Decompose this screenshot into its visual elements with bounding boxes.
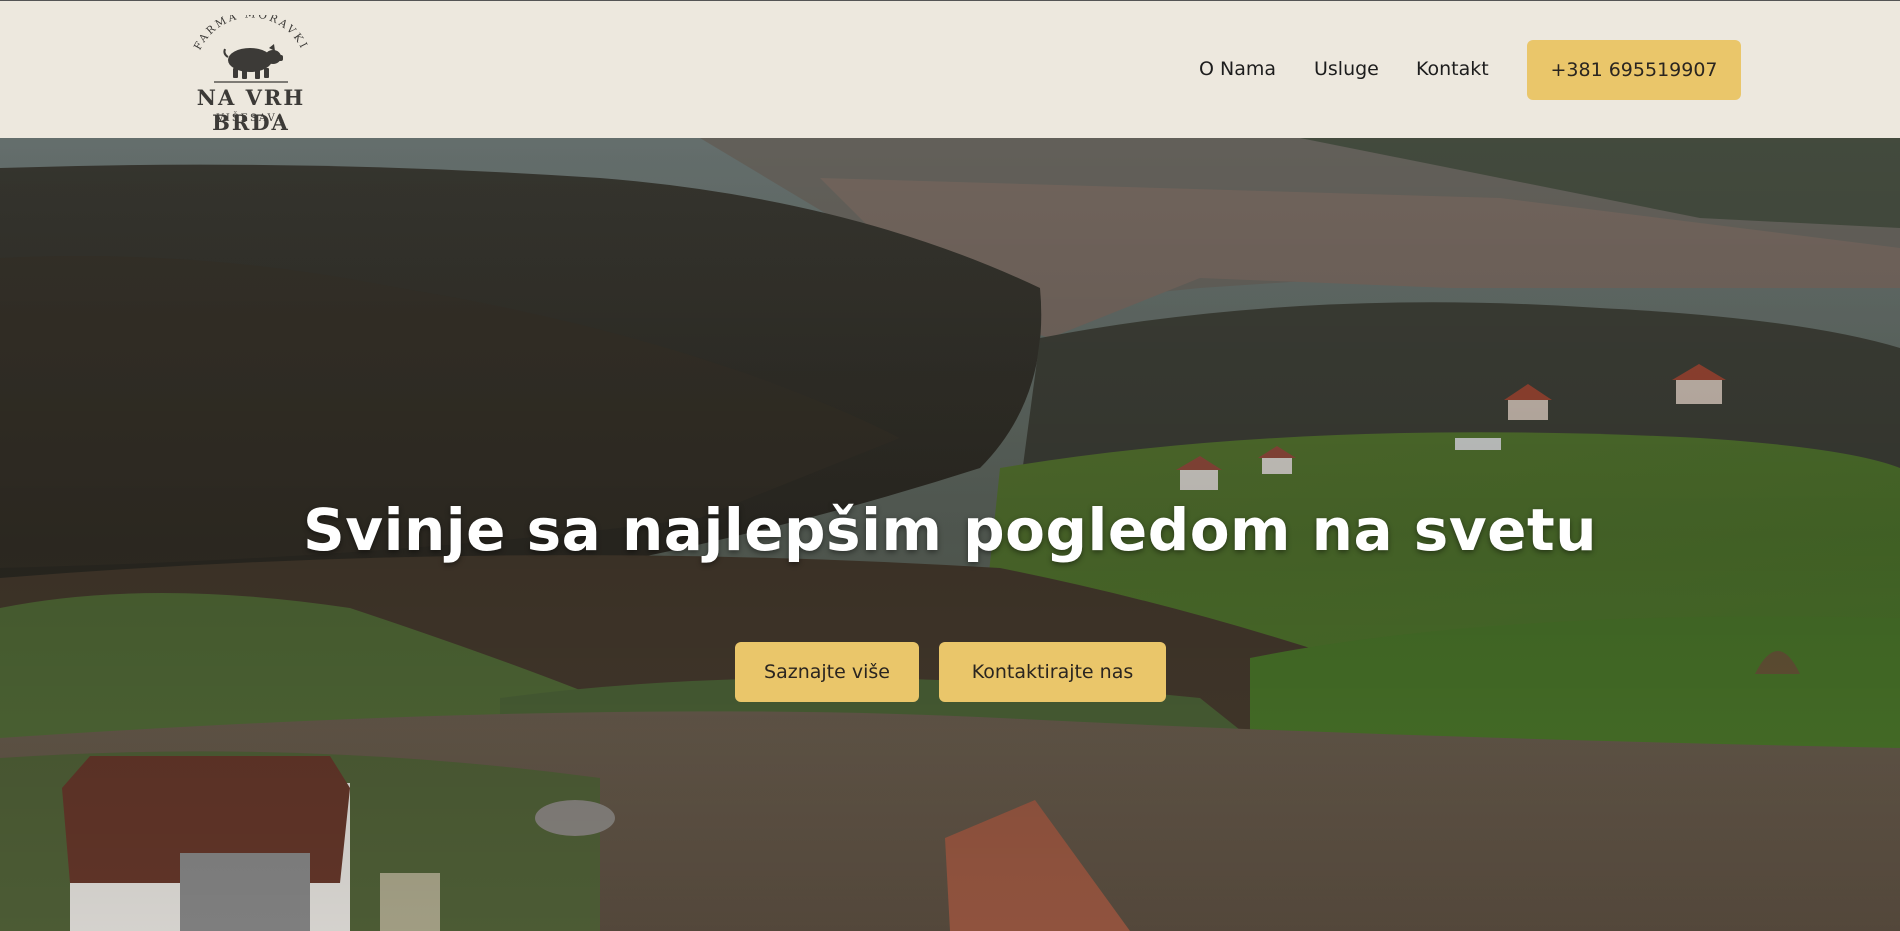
logo-arc-text: FARMA MORAVKI	[192, 15, 310, 52]
learn-more-button[interactable]: Saznajte više	[735, 642, 919, 702]
logo-graphic: FARMA MORAVKI	[192, 15, 310, 83]
site-logo[interactable]: FARMA MORAVKI NA VRH BRDA VIŠESAVA	[166, 15, 336, 135]
nav-link-kontakt[interactable]: Kontakt	[1416, 58, 1489, 82]
nav-link-o-nama[interactable]: O Nama	[1199, 58, 1276, 82]
hero-title: Svinje sa najlepšim pogledom na svetu	[303, 496, 1597, 564]
phone-button[interactable]: +381 695519907	[1527, 40, 1741, 100]
contact-us-button[interactable]: Kontaktirajte nas	[939, 642, 1166, 702]
nav-link-usluge[interactable]: Usluge	[1314, 58, 1379, 82]
hero-section: Svinje sa najlepšim pogledom na svetu Sa…	[0, 138, 1900, 931]
logo-subtitle: VIŠESAVA	[216, 113, 286, 124]
site-header: FARMA MORAVKI NA VRH BRDA VIŠESAVA O Nam…	[0, 0, 1900, 138]
logo-name: NA VRH BRDA	[196, 85, 306, 135]
pig-icon	[223, 44, 283, 79]
